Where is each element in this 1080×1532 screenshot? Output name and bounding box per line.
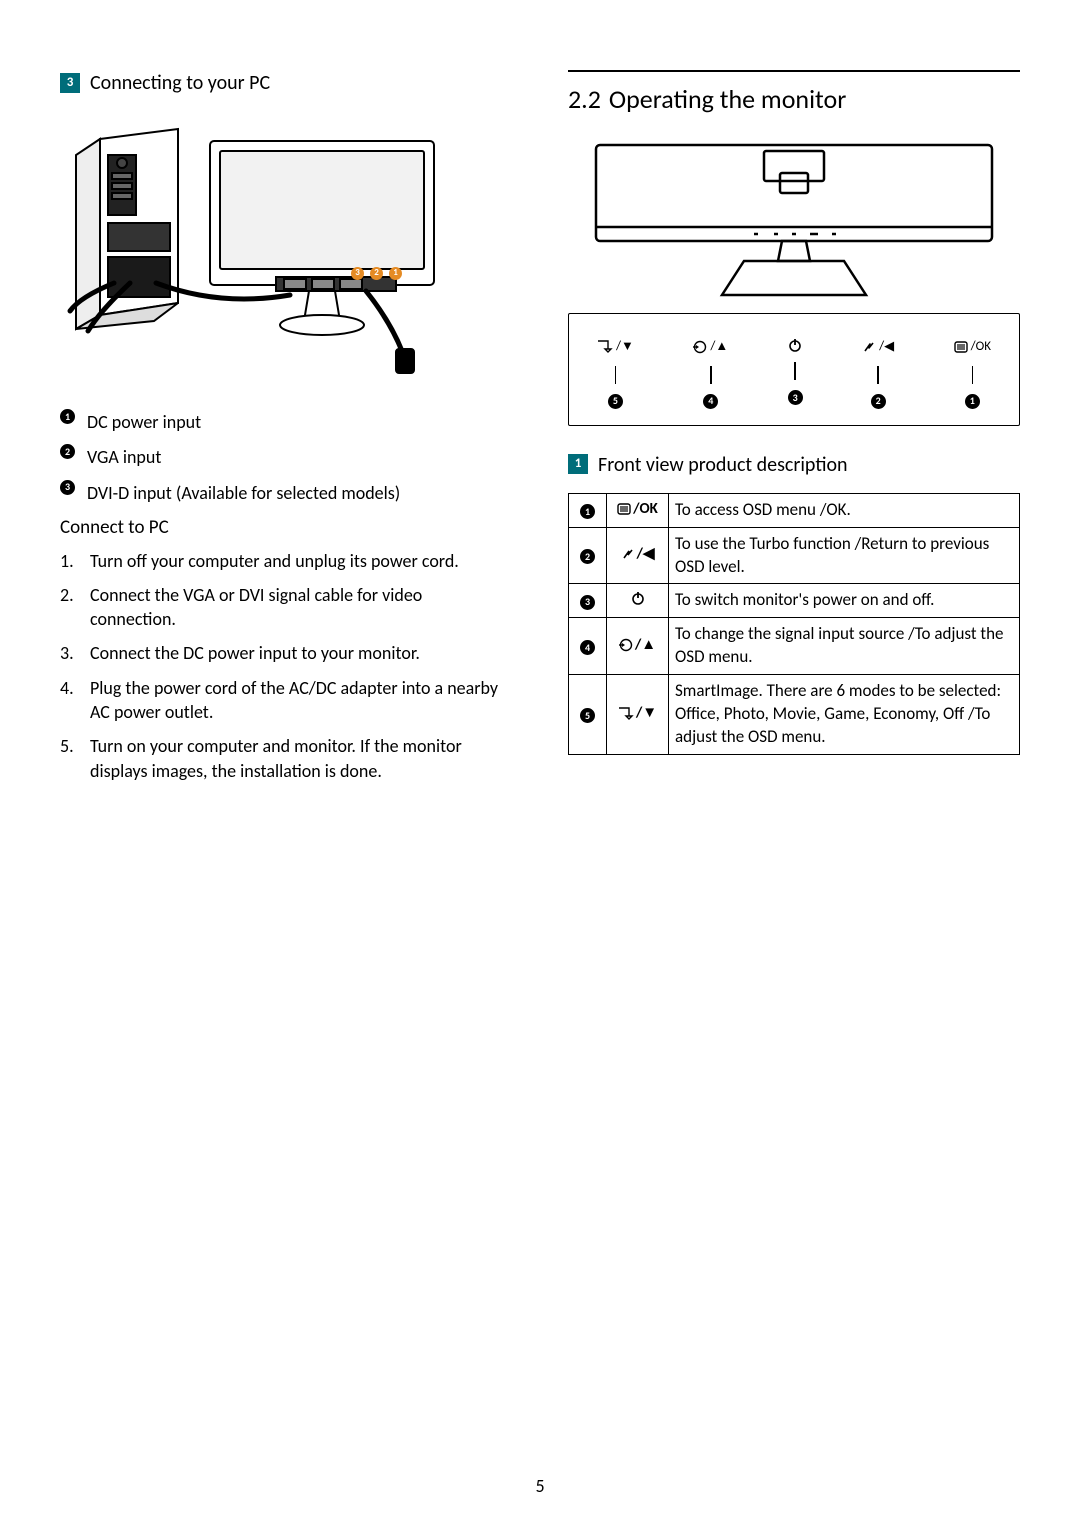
row-num-4: 4: [580, 640, 595, 655]
left-section-heading: 3 Connecting to your PC: [60, 70, 512, 97]
power-icon: [631, 591, 645, 605]
ctrl-num-4: 4: [703, 394, 718, 409]
ctrl-num-3: 3: [788, 390, 803, 405]
port-num-2: 2: [60, 444, 75, 459]
smartimage-down-icon: /▼: [597, 338, 634, 356]
step-2: Connect the VGA or DVI signal cable for …: [90, 583, 512, 632]
row-desc-3: To switch monitor's power on and off.: [669, 584, 1020, 618]
row-desc-5: SmartImage. There are 6 modes to be sele…: [669, 675, 1020, 755]
row-desc-4: To change the signal input source /To ad…: [669, 618, 1020, 675]
right-subsection-heading: 1 Front view product description: [568, 452, 1020, 479]
input-up-icon: /▲: [693, 338, 728, 356]
ctrl-5: /▼ 5: [597, 338, 634, 409]
port-num-1: 1: [60, 409, 75, 424]
right-subsection-title: Front view product description: [598, 452, 848, 479]
controls-diagram: /▼ 5 /▲ 4 3 /◀: [568, 313, 1020, 426]
port-label-2: VGA input: [87, 444, 512, 469]
subsection-tag-1: 1: [568, 454, 588, 474]
menu-ok-icon: /OK: [617, 499, 658, 519]
ctrl-num-5: 5: [608, 394, 623, 409]
port-label-3: DVI-D input (Available for selected mode…: [87, 480, 512, 505]
row-num-3: 3: [580, 595, 595, 610]
row-desc-1: To access OSD menu /OK.: [669, 493, 1020, 527]
step-5: Turn on your computer and monitor. If th…: [90, 734, 512, 783]
table-row: 1 /OK To access OSD menu /OK.: [569, 493, 1020, 527]
connect-heading: Connect to PC: [60, 515, 512, 541]
table-row: 3 To switch monitor's power on and off.: [569, 584, 1020, 618]
port-callouts: 3 2 1: [351, 267, 402, 280]
row-num-1: 1: [580, 504, 595, 519]
callout-2: 2: [370, 267, 383, 280]
page-number: 5: [0, 1474, 1080, 1498]
row-desc-2: To use the Turbo function /Return to pre…: [669, 527, 1020, 584]
controls-description-table: 1 /OK To access OSD menu /OK. 2 /◀ To us…: [568, 493, 1020, 755]
table-row: 4 /▲ To change the signal input source /…: [569, 618, 1020, 675]
callout-3: 3: [351, 267, 364, 280]
power-icon: [788, 338, 802, 352]
ctrl-4: /▲ 4: [693, 338, 728, 409]
connect-steps: Turn off your computer and unplug its po…: [60, 549, 512, 783]
port-label-1: DC power input: [87, 409, 512, 434]
step-1: Turn off your computer and unplug its po…: [90, 549, 459, 573]
table-row: 2 /◀ To use the Turbo function /Return t…: [569, 527, 1020, 584]
ctrl-num-1: 1: [965, 394, 980, 409]
callout-1: 1: [389, 267, 402, 280]
pc-connection-illustration: 3 2 1: [60, 111, 450, 391]
right-section-text: Operating the monitor: [609, 83, 846, 115]
right-section-number: 2.2: [568, 83, 601, 115]
left-section-title: Connecting to your PC: [90, 70, 270, 97]
step-3: Connect the DC power input to your monit…: [90, 641, 420, 665]
ctrl-num-2: 2: [871, 394, 886, 409]
turbo-left-icon: /◀: [862, 338, 894, 356]
menu-ok-icon: /OK: [954, 338, 991, 356]
row-num-2: 2: [580, 549, 595, 564]
monitor-front-illustration: [584, 131, 1004, 301]
ctrl-1: /OK 1: [954, 338, 991, 409]
turbo-left-icon: /◀: [621, 544, 655, 564]
step-4: Plug the power cord of the AC/DC adapter…: [90, 676, 512, 725]
table-row: 5 /▼ SmartImage. There are 6 modes to be…: [569, 675, 1020, 755]
right-section-title: 2.2Operating the monitor: [568, 70, 1020, 117]
ctrl-3: 3: [788, 338, 803, 409]
port-num-3: 3: [60, 480, 75, 495]
smartimage-down-icon: /▼: [618, 703, 657, 723]
row-num-5: 5: [580, 708, 595, 723]
input-up-icon: /▲: [619, 635, 656, 655]
ctrl-2: /◀ 2: [862, 338, 894, 409]
section-tag-3: 3: [60, 73, 80, 93]
port-list: 1 DC power input 2 VGA input 3 DVI-D input …: [60, 409, 512, 505]
